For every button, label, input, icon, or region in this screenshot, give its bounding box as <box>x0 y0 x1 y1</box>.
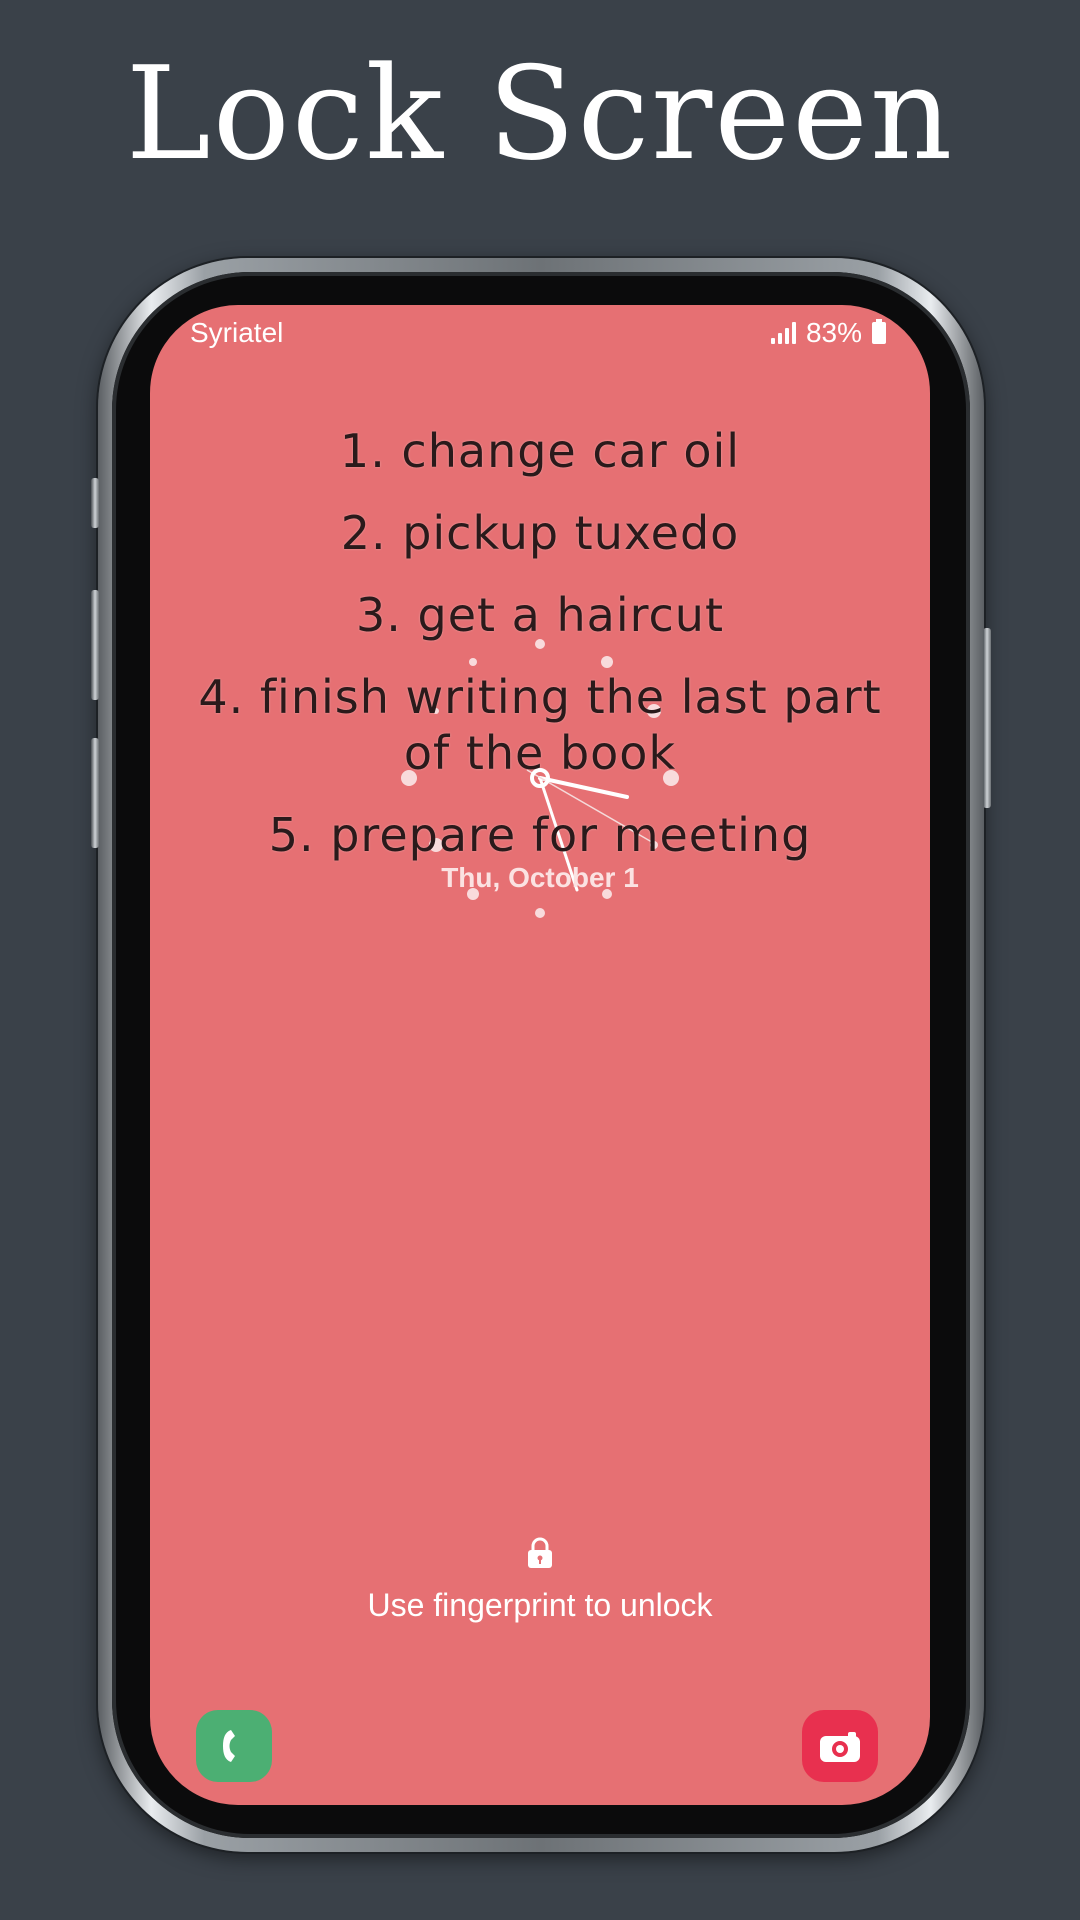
todo-item: 4. finish writing the last part of the b… <box>198 670 882 780</box>
phone-shortcut-button[interactable] <box>196 1710 272 1782</box>
camera-icon <box>820 1732 860 1762</box>
side-button-right <box>983 628 991 808</box>
todo-item: 3. get a haircut <box>356 588 724 642</box>
status-bar: Syriatel 83% <box>150 305 930 365</box>
page-title: Lock Screen <box>125 40 955 189</box>
side-button-left-1 <box>91 478 99 528</box>
battery-percent: 83% <box>805 317 862 348</box>
lock-screen: Syriatel 83% 1. change car oil 2. pickup… <box>150 305 930 1805</box>
todo-list: 1. change car oil 2. pickup tuxedo 3. ge… <box>150 423 930 889</box>
date-label: Thu, October 1 <box>441 862 639 893</box>
side-button-left-2 <box>91 590 99 700</box>
todo-item: 1. change car oil <box>339 424 741 478</box>
side-button-left-3 <box>91 738 99 848</box>
todo-item: 2. pickup tuxedo <box>340 506 740 560</box>
unlock-hint: Use fingerprint to unlock <box>367 1587 713 1623</box>
phone-icon <box>223 1730 235 1762</box>
camera-shortcut-button[interactable] <box>802 1710 878 1782</box>
lock-icon <box>528 1537 552 1568</box>
carrier-label: Syriatel <box>190 317 284 348</box>
todo-item: 5. prepare for meeting <box>268 808 812 862</box>
battery-icon <box>872 319 886 344</box>
status-indicators: 83% <box>770 317 886 349</box>
signal-icon <box>770 322 796 344</box>
